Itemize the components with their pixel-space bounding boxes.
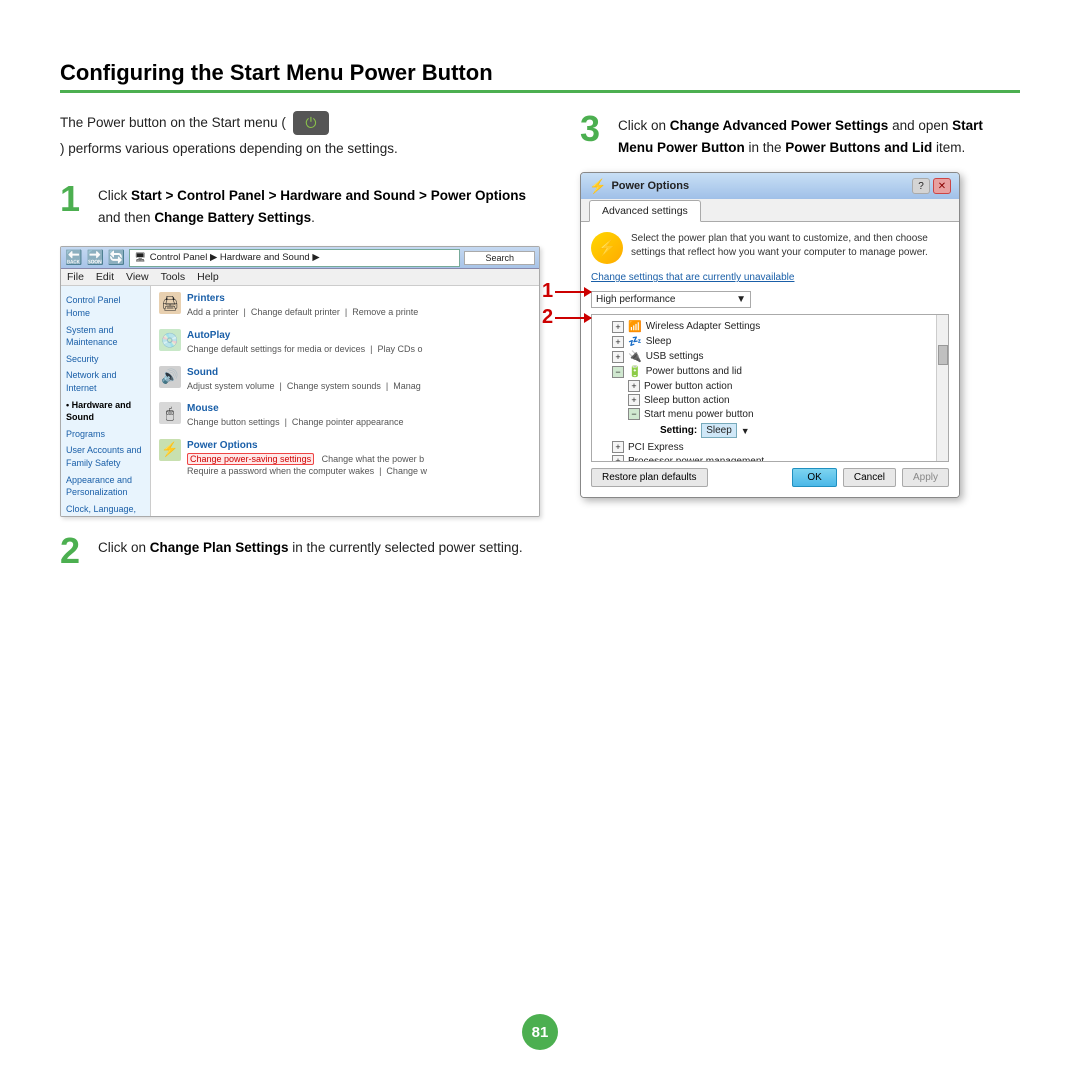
po-footer: Restore plan defaults OK Cancel Apply: [591, 468, 949, 487]
step-1-number: 1: [60, 181, 88, 217]
po-info-icon: ⚡: [591, 232, 623, 264]
close-button[interactable]: ✕: [933, 178, 951, 194]
tree-item-pci: + PCI Express: [596, 440, 944, 454]
po-scrollbar[interactable]: [936, 315, 948, 461]
power-options-area: 1 2 ⚡ Power: [580, 172, 1020, 498]
cp-titlebar: 🔙 🔜 🔄 🖥 Control Panel ▶ Hardware and Sou…: [61, 247, 539, 269]
change-power-saving-highlight: Change power-saving settings: [187, 453, 314, 465]
tree-item-start-menu-power: − Start menu power button: [596, 407, 944, 421]
po-titlebar-title: ⚡ Power Options: [589, 178, 689, 195]
cp-address-bar: 🖥 Control Panel ▶ Hardware and Sound ▶: [129, 249, 460, 267]
cp-item-power: ⚡ Power Options Change power-saving sett…: [159, 439, 531, 478]
control-panel-screenshot: 🔙 🔜 🔄 🖥 Control Panel ▶ Hardware and Sou…: [60, 246, 540, 517]
po-info-row: ⚡ Select the power plan that you want to…: [591, 232, 949, 264]
step-1-text: Click Start > Control Panel > Hardware a…: [98, 181, 540, 228]
tree-item-power-action: + Power button action: [596, 379, 944, 393]
step-3-number: 3: [580, 111, 608, 147]
sidebar-item: Appearance and Personalization: [66, 472, 145, 501]
cancel-button[interactable]: Cancel: [843, 468, 896, 487]
cp-item-mouse: 🖱 Mouse Change button settings | Change …: [159, 402, 531, 429]
cp-item-autoplay: 💿 AutoPlay Change default settings for m…: [159, 329, 531, 356]
sidebar-item: Programs: [66, 426, 145, 443]
step-3-block: 3 Click on Change Advanced Power Setting…: [580, 111, 1020, 158]
ok-button[interactable]: OK: [792, 468, 836, 487]
page-title: Configuring the Start Menu Power Button: [60, 60, 1020, 93]
cp-item-printers: 🖨 Printers Add a printer | Change defaul…: [159, 292, 531, 319]
arrow-2-line: [555, 317, 591, 319]
help-button[interactable]: ?: [912, 178, 930, 194]
intro-text: The Power button on the Start menu ( ) p…: [60, 111, 540, 159]
tree-item-processor: + Processor power management: [596, 454, 944, 462]
cp-main: 🖨 Printers Add a printer | Change defaul…: [151, 286, 539, 516]
tree-item-usb: + 🔌 USB settings: [596, 349, 944, 364]
po-action-buttons: OK Cancel Apply: [792, 468, 949, 487]
arrow-2-label: 2: [542, 306, 553, 329]
cp-item-sound: 🔊 Sound Adjust system volume | Change sy…: [159, 366, 531, 393]
arrow-2-container: 2: [542, 306, 591, 329]
po-info-text: Select the power plan that you want to c…: [631, 232, 949, 264]
step-3-text: Click on Change Advanced Power Settings …: [618, 111, 1020, 158]
cp-sidebar: Control Panel Home System and Maintenanc…: [61, 286, 151, 516]
sidebar-item: Clock, Language, and Region: [66, 501, 145, 518]
sidebar-item: User Accounts and Family Safety: [66, 442, 145, 471]
po-titlebar: ⚡ Power Options ? ✕: [581, 173, 959, 199]
cp-body: Control Panel Home System and Maintenanc…: [61, 286, 539, 516]
page-number: 81: [522, 1014, 558, 1050]
apply-button[interactable]: Apply: [902, 468, 949, 487]
po-settings-link[interactable]: Change settings that are currently unava…: [591, 272, 949, 283]
arrow-2-head: [584, 313, 592, 323]
step-2-text: Click on Change Plan Settings in the cur…: [98, 533, 523, 559]
step-2-block: 2 Click on Change Plan Settings in the c…: [60, 533, 540, 569]
po-plan-dropdown[interactable]: High performance ▼: [591, 291, 751, 308]
tree-item-wireless: + 📶 Wireless Adapter Settings: [596, 319, 944, 334]
page-number-container: 81: [522, 1014, 558, 1050]
po-titlebar-controls: ? ✕: [912, 178, 951, 194]
restore-plan-defaults-button[interactable]: Restore plan defaults: [591, 468, 708, 487]
step-1-block: 1 Click Start > Control Panel > Hardware…: [60, 181, 540, 228]
sidebar-item-hardware: Hardware and Sound: [66, 397, 145, 426]
po-scrollbar-thumb[interactable]: [938, 345, 948, 365]
arrow-1-head: [584, 287, 592, 297]
cp-toolbar: File Edit View Tools Help: [61, 269, 539, 286]
po-tabs: Advanced settings: [581, 199, 959, 222]
po-tree: + 📶 Wireless Adapter Settings + 💤 Sleep: [591, 314, 949, 462]
tree-item-sleep-action: + Sleep button action: [596, 393, 944, 407]
arrow-1-line: [555, 291, 591, 293]
tree-item-power-buttons: − 🔋 Power buttons and lid: [596, 364, 944, 379]
tree-item-sleep: + 💤 Sleep: [596, 334, 944, 349]
sidebar-item: Network and Internet: [66, 367, 145, 396]
setting-row-sleep: Setting: Sleep ▼: [596, 423, 944, 438]
sidebar-item: Security: [66, 351, 145, 368]
po-body: ⚡ Select the power plan that you want to…: [581, 222, 959, 497]
power-options-dialog: ⚡ Power Options ? ✕ Advanced settings: [580, 172, 960, 498]
tab-advanced-settings[interactable]: Advanced settings: [589, 200, 701, 222]
po-dropdown-row: High performance ▼: [591, 291, 949, 308]
sidebar-item: System and Maintenance: [66, 322, 145, 351]
power-button-icon: [293, 111, 329, 135]
arrow-1-label: 1: [542, 280, 553, 303]
sidebar-item: Control Panel Home: [66, 292, 145, 321]
step-2-number: 2: [60, 533, 88, 569]
arrow-1-container: 1: [542, 280, 591, 303]
